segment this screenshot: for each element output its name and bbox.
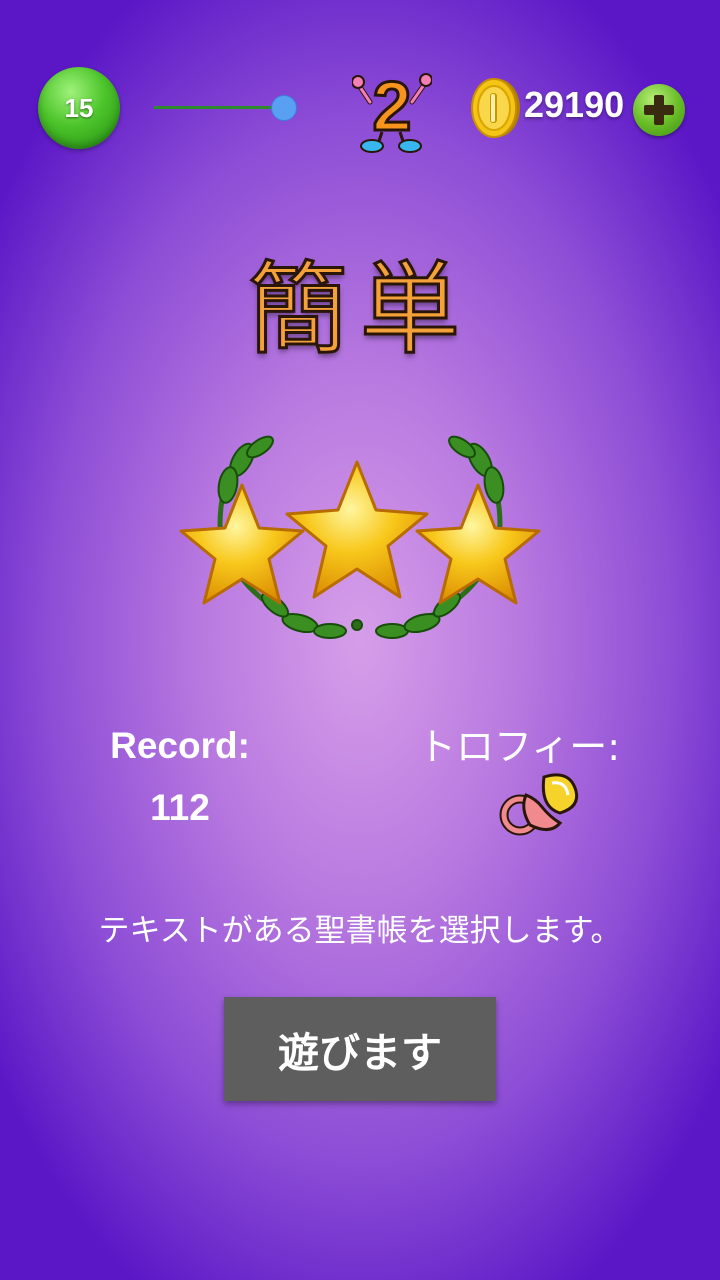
coin-balance: 29190 <box>524 84 625 125</box>
trophy-label: トロフィー: <box>418 725 621 769</box>
record-label: Record: <box>110 725 250 766</box>
star-1-icon <box>179 483 305 605</box>
pacifier-icon <box>499 773 579 836</box>
star-3-icon <box>415 483 541 605</box>
record-value: 112 <box>150 787 210 828</box>
coin-icon <box>471 78 520 138</box>
star-rating <box>179 435 541 639</box>
add-coins-button[interactable] <box>633 84 685 136</box>
level-badge: 15 <box>38 67 120 149</box>
stage-number: 2 <box>373 67 412 145</box>
level-number: 15 <box>64 92 94 123</box>
star-2-icon <box>285 460 429 599</box>
level-progress-thumb <box>272 96 296 120</box>
difficulty-title: 簡単 <box>247 250 472 370</box>
level-progress-track <box>154 106 284 109</box>
number-mascot-icon: 2 <box>352 66 432 153</box>
play-button[interactable]: 遊びます <box>224 997 496 1101</box>
instruction-text: テキストがある聖書帳を選択します。 <box>98 913 622 949</box>
